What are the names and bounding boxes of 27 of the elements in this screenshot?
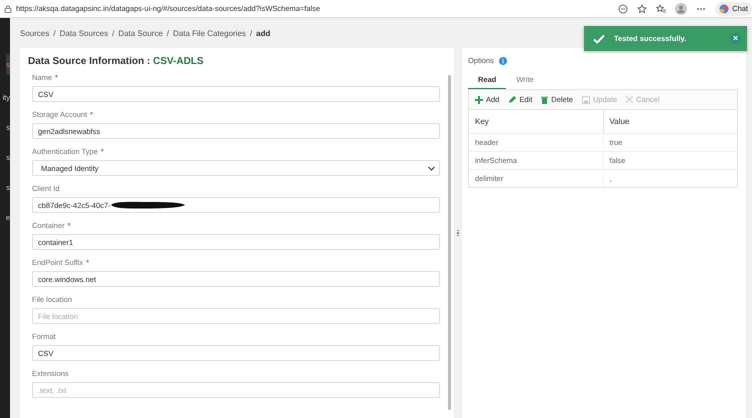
breadcrumb-separator: / — [53, 28, 56, 38]
breadcrumb-link[interactable]: Sources — [20, 28, 50, 38]
close-icon — [626, 96, 634, 103]
lock-icon — [4, 4, 12, 12]
info-icon — [498, 56, 507, 64]
pencil-icon — [508, 96, 516, 104]
breadcrumb-link[interactable]: Data Source — [118, 28, 163, 38]
column-header: Value — [602, 110, 737, 133]
breadcrumb-link[interactable]: Data Sources — [60, 28, 108, 38]
column-header: Key — [474, 116, 490, 128]
breadcrumb-separator: / — [112, 28, 114, 38]
chevron-down-icon — [428, 166, 436, 170]
save-icon — [582, 96, 590, 104]
logo — [719, 4, 730, 14]
breadcrumb-separator: / — [166, 28, 169, 38]
breadcrumb-separator: / — [250, 28, 252, 38]
more-icon[interactable] — [696, 6, 706, 10]
star-icon[interactable] — [637, 4, 648, 14]
check-icon — [593, 34, 605, 44]
plus-icon — [475, 96, 483, 104]
trash-icon — [541, 96, 548, 104]
form-title: Data Source Information : CSV-ADLS — [28, 56, 205, 67]
breadcrumb-link[interactable]: Data File Categories — [173, 28, 246, 38]
favorites-icon[interactable] — [656, 4, 666, 14]
profile-icon[interactable] — [675, 2, 688, 14]
close-button[interactable]: × — [730, 33, 741, 44]
reader-icon[interactable] — [618, 4, 628, 14]
